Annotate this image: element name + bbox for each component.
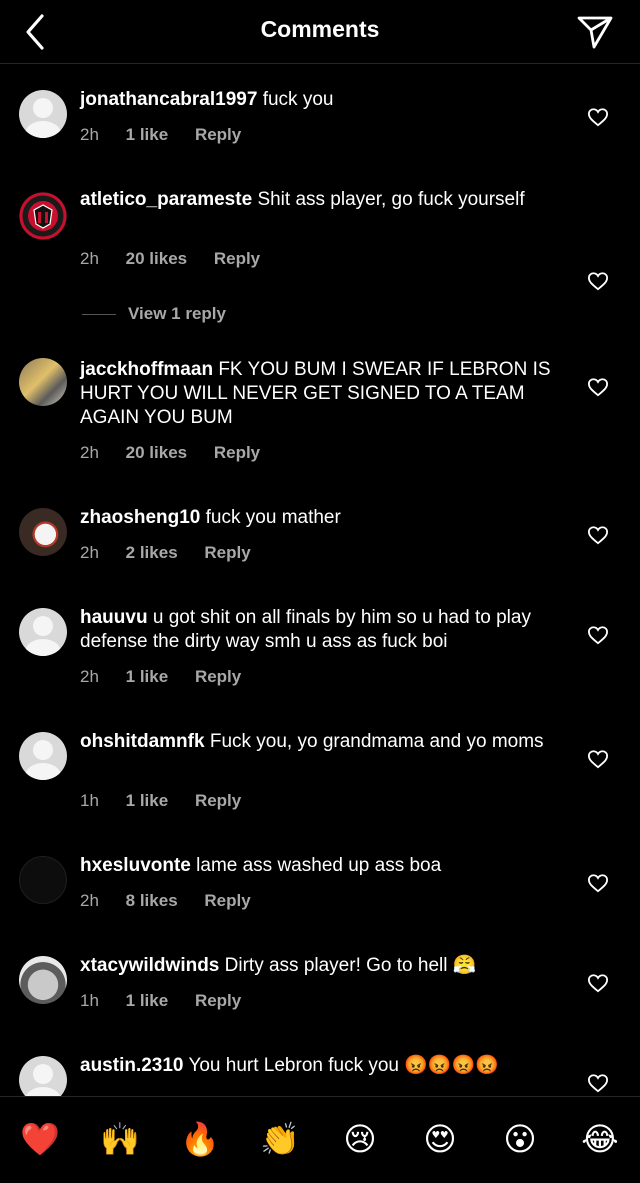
comment-username[interactable]: zhaosheng10 [80,507,200,528]
comment-likes[interactable]: 1 like [126,791,169,810]
reply-button[interactable]: Reply [195,991,241,1010]
reply-button[interactable]: Reply [204,891,250,910]
comment-body: jacckhoffmaan FK YOU BUM I SWEAR IF LEBR… [80,358,560,430]
emoji-surprised-button[interactable]: 😮 [500,1119,540,1159]
comment-likes[interactable]: 20 likes [126,443,187,462]
photo-avatar[interactable] [19,508,67,556]
comment-likes[interactable]: 2 likes [126,543,178,562]
comment-text: u got shit on all finals by him so u had… [80,607,531,652]
comment-username[interactable]: atletico_parameste [80,189,252,210]
emoji-heart-eyes-button[interactable]: 😍 [420,1119,460,1159]
photo-avatar[interactable] [19,956,67,1004]
emoji-reaction-bar: ❤️ 🙌 🔥 👏 😢 😍 😮 😂 [0,1096,640,1183]
comment-body: xtacywildwinds Dirty ass player! Go to h… [80,954,560,978]
emoji-fire-button[interactable]: 🔥 [180,1119,220,1159]
comment-body: austin.2310 You hurt Lebron fuck you 😡😡😡… [80,1054,560,1078]
comment-likes[interactable]: 1 like [126,991,169,1010]
comment-meta: 2h 1 like Reply [80,125,263,145]
comment-meta: 2h 8 likes Reply [80,891,273,911]
dark-avatar[interactable] [19,856,67,904]
view-replies-label: View 1 reply [128,304,226,323]
emoji-cry-button[interactable]: 😢 [340,1119,380,1159]
emoji-clap-button[interactable]: 👏 [260,1119,300,1159]
comment-text: lame ass washed up ass boa [196,855,442,876]
default-avatar-icon[interactable] [19,1056,67,1096]
comment-body: hxesluvonte lame ass washed up ass boa [80,854,560,878]
comment-body: jonathancabral1997 fuck you [80,88,560,112]
comment-time: 1h [80,791,99,810]
comments-list: jonathancabral1997 fuck you 2h 1 like Re… [0,64,640,1096]
comment-meta: 2h 2 likes Reply [80,543,273,563]
comment-username[interactable]: hxesluvonte [80,855,191,876]
comment-likes[interactable]: 1 like [126,667,169,686]
heart-icon[interactable] [587,625,609,645]
comment-text: Fuck you, yo grandmama and yo moms [209,731,544,752]
comment-body: ohshitdamnfk Fuck you, yo grandmama and … [80,730,560,754]
comment-time: 2h [80,443,99,462]
comment-time: 1h [80,991,99,1010]
default-avatar-icon[interactable] [19,90,67,138]
emoji-heart-button[interactable]: ❤️ [20,1119,60,1159]
reply-button[interactable]: Reply [195,125,241,144]
share-button[interactable] [576,13,614,51]
comment-meta: 2h 1 like Reply [80,667,263,687]
comment-body: hauuvu u got shit on all finals by him s… [80,606,560,654]
comment-text: Shit ass player, go fuck yourself [257,189,525,210]
comment-likes[interactable]: 8 likes [126,891,178,910]
emoji-laughing-button[interactable]: 😂 [580,1119,620,1159]
comment-text: fuck you mather [205,507,341,528]
heart-icon[interactable] [587,749,609,769]
comments-screen: Comments jonathancabral1997 fuck you 2h … [0,0,640,1183]
club-crest-avatar[interactable] [19,192,67,240]
comment-time: 2h [80,891,99,910]
comment-meta: 2h 20 likes Reply [80,443,282,463]
default-avatar-icon[interactable] [19,608,67,656]
comment-meta: 1h 1 like Reply [80,991,263,1011]
reply-button[interactable]: Reply [195,667,241,686]
comment-meta: 2h 20 likes Reply [80,249,282,269]
reply-button[interactable]: Reply [214,443,260,462]
heart-icon[interactable] [587,107,609,127]
comment-text: You hurt Lebron fuck you 😡😡😡😡 [188,1055,499,1076]
comment-time: 2h [80,667,99,686]
heart-icon[interactable] [587,525,609,545]
comment-time: 2h [80,125,99,144]
comment-username[interactable]: jacckhoffmaan [80,359,213,380]
default-avatar-icon[interactable] [19,732,67,780]
reply-button[interactable]: Reply [204,543,250,562]
comment-username[interactable]: austin.2310 [80,1055,184,1076]
view-replies-button[interactable]: View 1 reply [82,304,226,324]
header-bar: Comments [0,0,640,64]
heart-icon[interactable] [587,271,609,291]
comment-username[interactable]: ohshitdamnfk [80,731,205,752]
reply-divider [82,314,116,316]
comment-likes[interactable]: 20 likes [126,249,187,268]
emoji-raised-hands-button[interactable]: 🙌 [100,1119,140,1159]
comment-text: Dirty ass player! Go to hell 😤 [224,955,477,976]
comment-body: zhaosheng10 fuck you mather [80,506,560,530]
comment-time: 2h [80,249,99,268]
comment-username[interactable]: hauuvu [80,607,148,628]
comment-username[interactable]: jonathancabral1997 [80,89,257,110]
club-crest-icon [19,192,67,240]
comment-text: fuck you [262,89,334,110]
reply-button[interactable]: Reply [214,249,260,268]
heart-icon[interactable] [587,377,609,397]
comment-likes[interactable]: 1 like [126,125,169,144]
comment-username[interactable]: xtacywildwinds [80,955,219,976]
heart-icon[interactable] [587,973,609,993]
photo-avatar[interactable] [19,358,67,406]
send-icon [577,16,613,49]
comment-body: atletico_parameste Shit ass player, go f… [80,188,560,212]
reply-button[interactable]: Reply [195,791,241,810]
page-title: Comments [260,16,380,42]
comment-time: 2h [80,543,99,562]
comment-meta: 1h 1 like Reply [80,791,263,811]
heart-icon[interactable] [587,873,609,893]
heart-icon[interactable] [587,1073,609,1093]
